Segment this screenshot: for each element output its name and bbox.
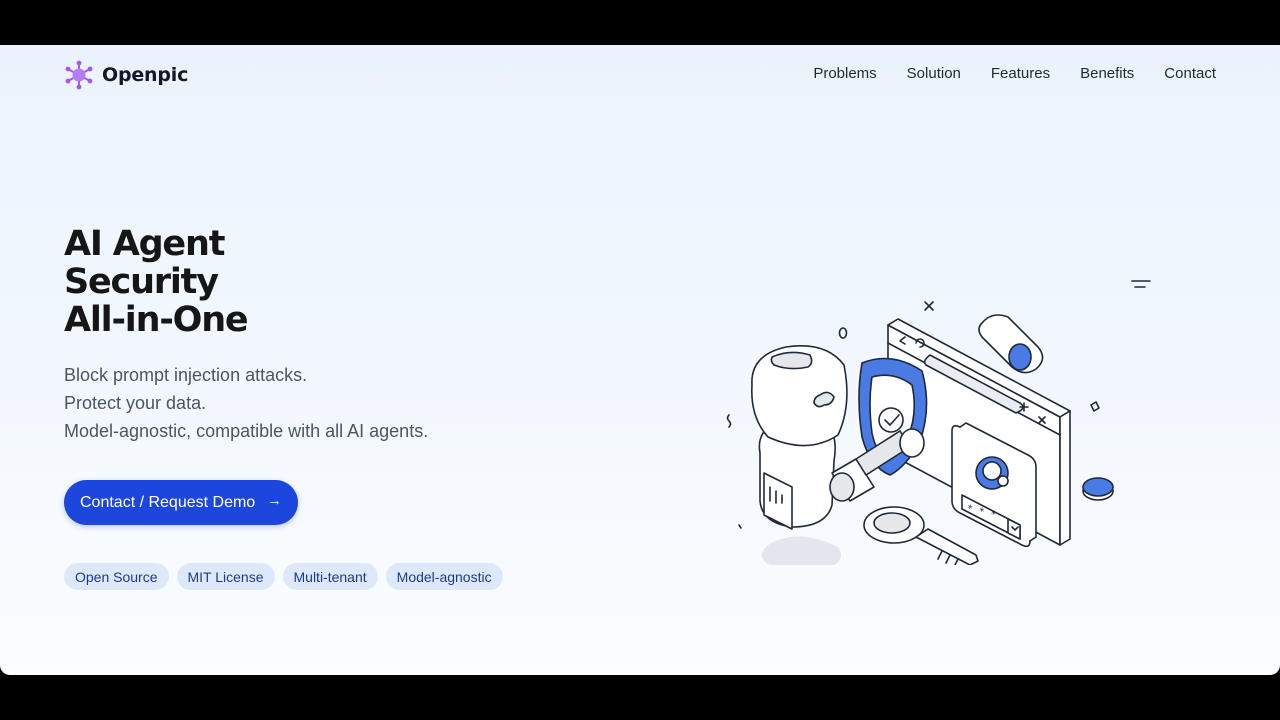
hero-illustration: * * * <box>726 280 1151 565</box>
hero-subtitle-line: Protect your data. <box>64 393 207 413</box>
cta-label: Contact / Request Demo <box>80 493 256 511</box>
hero-title-line: AI Agent <box>64 224 225 264</box>
top-nav: Openpic Problems Solution Features Benef… <box>0 45 1280 105</box>
tag-multi-tenant: Multi-tenant <box>282 563 378 590</box>
virus-logo-icon <box>65 60 93 90</box>
landing-page: Openpic Problems Solution Features Benef… <box>0 45 1280 675</box>
hero-title: AI Agent Security All-in-One <box>64 225 444 339</box>
hero-title-line: All-in-One <box>64 300 249 340</box>
brand-name: Openpic <box>102 64 189 86</box>
contact-request-demo-button[interactable]: Contact / Request Demo → <box>64 480 298 525</box>
brand[interactable]: Openpic <box>64 60 188 90</box>
nav-link-features[interactable]: Features <box>991 65 1050 82</box>
nav-link-contact[interactable]: Contact <box>1164 65 1216 82</box>
nav-link-solution[interactable]: Solution <box>907 65 961 82</box>
toggle-graphic <box>978 314 1044 374</box>
letterbox-bottom <box>0 675 1280 720</box>
feature-tags: Open Source MIT License Multi-tenant Mod… <box>64 563 503 590</box>
arrow-right-icon: → <box>267 492 282 509</box>
hero-subtitle-line: Model-agnostic, compatible with all AI a… <box>64 421 429 441</box>
tag-open-source: Open Source <box>64 563 169 590</box>
nav-link-benefits[interactable]: Benefits <box>1080 65 1134 82</box>
tag-model-agnostic: Model-agnostic <box>385 563 503 590</box>
hero-title-line: Security <box>64 262 219 302</box>
hero-subtitle-line: Block prompt injection attacks. <box>64 365 308 385</box>
nav-link-problems[interactable]: Problems <box>813 65 876 82</box>
nav-links: Problems Solution Features Benefits Cont… <box>813 65 1216 82</box>
key-graphic <box>863 506 979 565</box>
hero-subtitle: Block prompt injection attacks. Protect … <box>64 361 428 445</box>
tag-mit-license: MIT License <box>176 563 275 590</box>
